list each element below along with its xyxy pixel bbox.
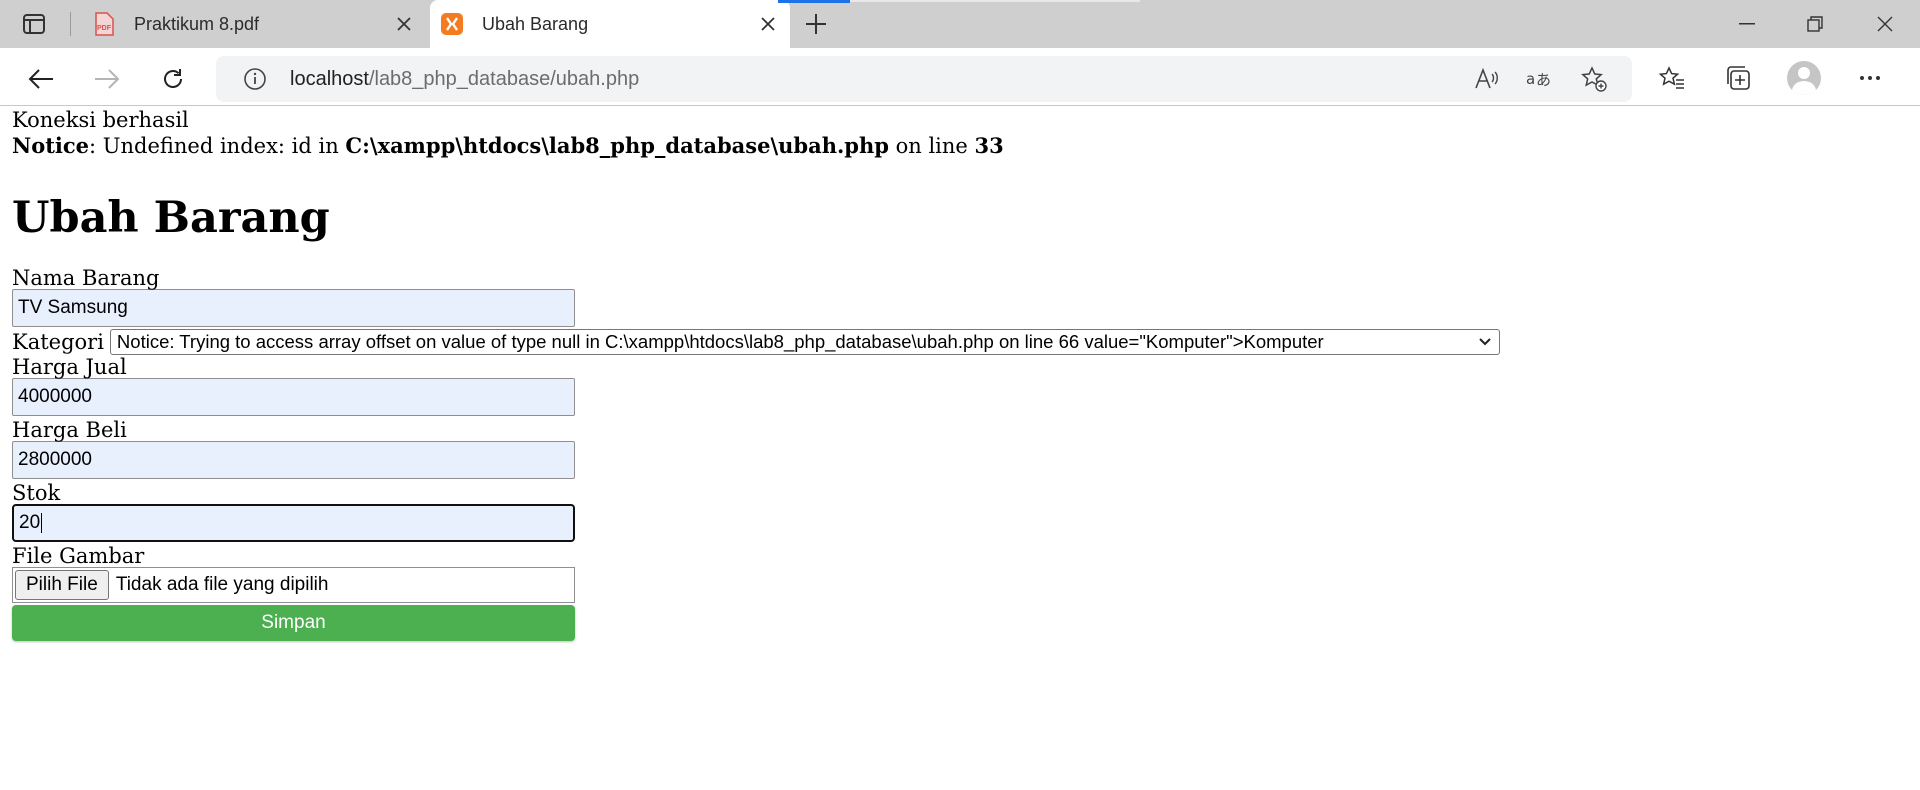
chevron-down-icon <box>1477 333 1493 354</box>
new-tab-button[interactable] <box>800 9 832 39</box>
connection-status: Koneksi berhasil <box>12 108 189 132</box>
nama-barang-input[interactable]: TV Samsung <box>12 289 575 327</box>
restore-button[interactable] <box>1782 0 1848 48</box>
kategori-label: Kategori <box>12 330 104 354</box>
close-icon <box>1877 16 1893 32</box>
avatar <box>1787 61 1821 95</box>
harga-jual-label: Harga Jual <box>12 355 127 379</box>
nama-barang-label: Nama Barang <box>12 266 160 290</box>
kategori-select[interactable]: Notice: Trying to access array offset on… <box>109 329 1500 355</box>
page-title: Ubah Barang <box>12 193 330 243</box>
restore-icon <box>1807 16 1823 32</box>
address-bar-actions: aあ <box>1470 56 1610 102</box>
arrow-right-icon <box>95 69 120 89</box>
php-notice: Notice: Undefined index: id in C:\xampp\… <box>12 133 1920 159</box>
xampp-icon <box>440 12 464 36</box>
tab-praktikum-pdf[interactable]: PDF Praktikum 8.pdf <box>82 0 426 48</box>
harga-beli-label: Harga Beli <box>12 418 127 442</box>
stok-label: Stok <box>12 481 61 505</box>
tab-ubah-barang[interactable]: Ubah Barang <box>430 0 790 48</box>
file-gambar-input[interactable]: Pilih File Tidak ada file yang dipilih <box>12 567 575 603</box>
tab-actions-icon <box>23 14 45 34</box>
text-caret <box>41 513 43 533</box>
notice-line-number: 33 <box>974 133 1004 158</box>
browser-toolbar: localhost/lab8_php_database/ubah.php aあ <box>0 48 1920 106</box>
loading-bar <box>778 0 850 3</box>
edit-item-form: Nama Barang TV Samsung Kategori Notice: … <box>12 267 1920 641</box>
kategori-selected-value: Notice: Trying to access array offset on… <box>116 331 1324 352</box>
kategori-row: Kategori Notice: Trying to access array … <box>12 328 1920 356</box>
stok-value: 20 <box>19 512 41 533</box>
notice-path: C:\xampp\htdocs\lab8_php_database\ubah.p… <box>345 133 889 158</box>
choose-file-button[interactable]: Pilih File <box>15 570 109 600</box>
file-status: Tidak ada file yang dipilih <box>115 574 329 595</box>
file-gambar-label: File Gambar <box>12 544 145 568</box>
url-path: /lab8_php_database/ubah.php <box>368 67 640 90</box>
collections-icon[interactable] <box>1718 60 1758 96</box>
reload-button[interactable] <box>156 62 190 96</box>
back-button[interactable] <box>24 62 58 96</box>
harga-jual-input[interactable]: 4000000 <box>12 378 575 416</box>
close-window-button[interactable] <box>1852 0 1918 48</box>
loading-track <box>850 0 1140 2</box>
svg-text:あ: あ <box>1536 71 1551 89</box>
svg-text:a: a <box>1526 70 1535 88</box>
tab-actions-button[interactable] <box>14 9 54 39</box>
minimize-button[interactable] <box>1714 0 1780 48</box>
notice-text: : Undefined index: id in <box>89 134 346 158</box>
tab-separator <box>70 12 71 36</box>
tab-title: Ubah Barang <box>482 13 589 34</box>
forward-button[interactable] <box>90 62 124 96</box>
arrow-left-icon <box>28 69 53 89</box>
toolbar-right <box>1652 60 1890 96</box>
close-tab-icon[interactable] <box>754 10 782 38</box>
plus-icon <box>806 14 826 34</box>
info-icon[interactable] <box>240 64 270 94</box>
address-bar[interactable]: localhost/lab8_php_database/ubah.php aあ <box>216 56 1632 102</box>
notice-text-line: on line <box>888 134 975 158</box>
add-favorite-icon[interactable] <box>1578 63 1610 95</box>
svg-text:PDF: PDF <box>97 25 112 32</box>
pdf-icon: PDF <box>92 12 116 36</box>
favorites-icon[interactable] <box>1652 60 1692 96</box>
read-aloud-icon[interactable] <box>1470 63 1502 95</box>
stok-input[interactable]: 20 <box>12 504 575 542</box>
more-menu-icon[interactable] <box>1850 60 1890 96</box>
page-content: Koneksi berhasil Notice: Undefined index… <box>0 107 1920 790</box>
close-tab-icon[interactable] <box>390 10 418 38</box>
url-host: localhost <box>290 67 369 90</box>
notice-label: Notice <box>12 133 90 158</box>
harga-beli-input[interactable]: 2800000 <box>12 441 575 479</box>
minimize-icon <box>1739 23 1755 25</box>
translate-icon[interactable]: aあ <box>1524 63 1556 95</box>
profile-button[interactable] <box>1784 60 1824 96</box>
tab-title: Praktikum 8.pdf <box>134 13 260 34</box>
tab-bar: PDF Praktikum 8.pdf Ubah Barang <box>0 0 1920 48</box>
reload-icon <box>164 69 182 88</box>
simpan-button[interactable]: Simpan <box>12 605 575 641</box>
